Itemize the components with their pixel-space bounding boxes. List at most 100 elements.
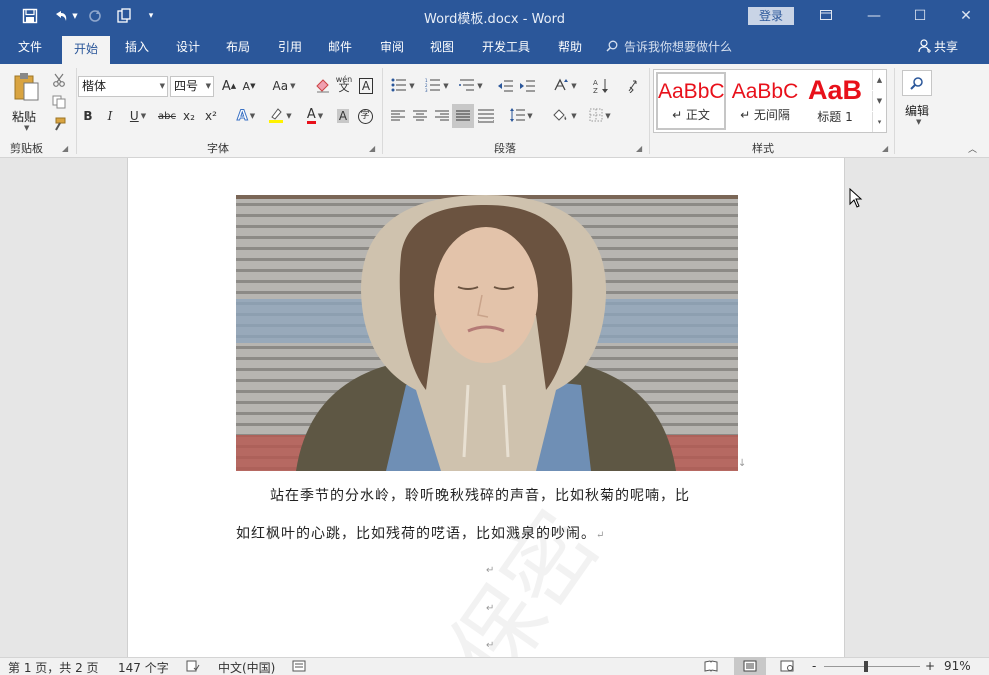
style-no-spacing-preview: AaBbC [731,80,799,103]
tab-mailings[interactable]: 邮件 [318,33,362,64]
separator [382,68,383,154]
web-layout-icon[interactable] [780,660,794,675]
paragraph-launcher-icon[interactable]: ◢ [636,144,642,153]
tab-developer[interactable]: 开发工具 [474,33,538,64]
find-magnifier-icon [902,70,932,96]
character-shading-button[interactable]: A [334,106,352,126]
font-name-combo[interactable]: 楷体 ▼ [78,76,168,97]
style-normal[interactable]: AaBbC ↵ 正文 [656,72,726,130]
change-case-button[interactable]: Aa ▼ [268,76,300,96]
ribbon-display-options-icon[interactable] [808,4,844,28]
tab-help[interactable]: 帮助 [548,33,592,64]
underline-button[interactable]: U ▼ [124,106,152,126]
align-left-icon[interactable] [388,106,408,126]
login-button[interactable]: 登录 [748,7,794,25]
grow-font-button[interactable]: A ▲ [220,76,238,96]
shrink-font-button[interactable]: A ▼ [240,76,258,96]
tab-view[interactable]: 视图 [420,33,464,64]
bold-button[interactable]: B [80,106,96,126]
tab-layout[interactable]: 布局 [216,33,260,64]
highlight-button[interactable]: ▼ [264,106,296,126]
macro-recording-icon[interactable] [292,660,306,675]
tab-file[interactable]: 文件 [6,33,54,64]
share-button[interactable]: 共享 [918,33,958,64]
tab-references[interactable]: 引用 [268,33,312,64]
separator [894,68,895,154]
format-painter-icon[interactable] [50,114,68,134]
paragraph-line-1: 站在季节的分水岭，聆听晚秋残碎的声音，比如秋菊的呢喃，比 [270,488,690,504]
bullets-button[interactable]: ▼ [388,76,418,96]
multilevel-list-button[interactable]: ▼ [456,76,486,96]
line-spacing-button[interactable]: ▼ [506,106,536,126]
paste-icon [12,72,40,105]
font-color-button[interactable]: A ▼ [300,106,330,126]
person-share-icon [918,33,932,62]
justify-icon[interactable] [452,104,474,128]
title-bar: ▼ ▾ Word模板.docx - Word 登录 — ☐ ✕ [0,0,989,33]
language-indicator[interactable]: 中文(中国) [218,659,275,675]
italic-button[interactable]: I [102,106,118,126]
show-paragraph-marks-icon[interactable] [624,76,642,96]
zoom-level[interactable]: 91% [944,659,971,673]
word-count[interactable]: 147 个字 [118,659,169,675]
document-area: 保密 ↓ 站在季节的分水岭，聆听晚秋残碎的声音，比如秋菊的呢喃，比 如红枫叶的心… [0,158,989,657]
phonetic-guide-button[interactable]: wén 文 [334,74,354,94]
maximize-icon[interactable]: ☐ [902,4,938,28]
shading-button[interactable]: ▼ [548,106,580,126]
increase-indent-icon[interactable] [518,76,538,96]
character-border-label: A [358,78,374,94]
minimize-icon[interactable]: — [856,4,892,28]
empty-paragraph-mark: ↵ [486,603,495,614]
zoom-out-button[interactable]: - [812,659,816,673]
paste-label: 粘贴 [12,110,37,124]
read-mode-icon[interactable] [704,660,718,675]
clipboard-launcher-icon[interactable]: ◢ [62,144,68,153]
tell-me-search[interactable]: 告诉我你想要做什么 [606,33,732,64]
numbering-icon: 123 [425,78,441,95]
paste-button[interactable]: 粘贴 ▼ [8,70,44,132]
style-heading-1[interactable]: AaB 标题 1 [800,72,870,130]
style-normal-name: ↵ 正文 [672,108,710,122]
zoom-slider-thumb[interactable] [864,661,868,672]
tab-design[interactable]: 设计 [166,33,210,64]
change-case-label: Aa [272,79,289,93]
borders-button[interactable]: ▼ [584,106,616,126]
paragraph-group-label: 段落 [494,142,516,155]
gallery-scroll-down-icon[interactable]: ▼ [872,91,886,111]
collapse-ribbon-icon[interactable]: ︿ [968,142,977,155]
character-border-button[interactable]: A [356,76,376,96]
document-page[interactable]: 保密 ↓ 站在季节的分水岭，聆听晚秋残碎的声音，比如秋菊的呢喃，比 如红枫叶的心… [127,158,845,657]
style-no-spacing[interactable]: AaBbC ↵ 无间隔 [730,72,800,130]
proofing-icon[interactable] [186,660,200,675]
text-effects-button[interactable]: A ▼ [232,106,260,126]
styles-launcher-icon[interactable]: ◢ [882,144,888,153]
align-right-icon[interactable] [432,106,452,126]
document-photo[interactable] [236,195,738,471]
copy-icon[interactable] [50,92,68,112]
zoom-slider-track[interactable] [824,666,920,667]
page-count[interactable]: 第 1 页，共 2 页 [8,659,99,675]
clear-formatting-icon[interactable] [312,76,332,96]
gallery-more-icon[interactable]: ▾ [872,112,886,132]
cut-icon[interactable] [50,70,68,90]
tab-insert[interactable]: 插入 [114,33,160,64]
editing-button[interactable]: 编辑 ▼ [900,68,936,130]
sort-icon[interactable]: AZ [590,76,612,96]
align-center-icon[interactable] [410,106,430,126]
gallery-scroll-up-icon[interactable]: ▲ [872,70,886,90]
font-launcher-icon[interactable]: ◢ [369,144,375,153]
font-size-combo[interactable]: 四号 ▼ [170,76,214,97]
strikethrough-button[interactable]: abc [156,106,178,126]
zoom-in-button[interactable]: + [925,659,935,673]
decrease-indent-icon[interactable] [496,76,516,96]
asian-layout-button[interactable]: ▼ [550,76,580,96]
close-icon[interactable]: ✕ [948,4,984,28]
subscript-button[interactable]: x₂ [180,106,198,126]
distributed-icon[interactable] [476,106,496,126]
enclose-characters-button[interactable]: 字 [356,106,374,126]
numbering-button[interactable]: 1 2 3 ▼ [422,76,452,96]
tab-home[interactable]: 开始 [62,36,110,64]
superscript-button[interactable]: x² [202,106,220,126]
print-layout-icon[interactable] [734,657,766,675]
tab-review[interactable]: 审阅 [370,33,414,64]
